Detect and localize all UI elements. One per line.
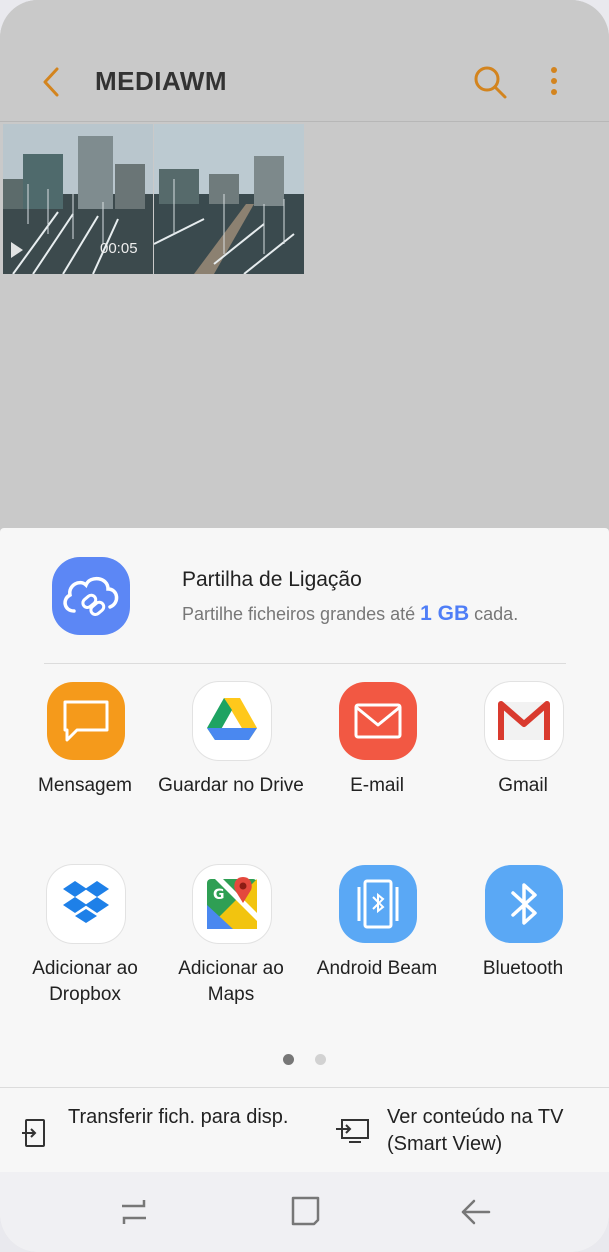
search-icon bbox=[474, 66, 507, 99]
smart-view-button[interactable]: Ver conteúdo na TV (Smart View) bbox=[318, 1088, 609, 1172]
bluetooth-icon bbox=[485, 865, 563, 943]
page-dot-inactive[interactable] bbox=[315, 1054, 326, 1065]
recents-icon bbox=[122, 1200, 146, 1224]
more-vert-icon bbox=[551, 67, 557, 95]
email-icon bbox=[339, 682, 417, 760]
subtitle-text-end: cada. bbox=[469, 604, 519, 624]
app-label: Guardar no Drive bbox=[158, 775, 304, 796]
size-limit: 1 GB bbox=[420, 602, 470, 625]
app-label: Adicionar ao Maps bbox=[178, 958, 284, 1005]
phone-screen: MEDIAWM 00:05 Partilha de Ligação Partil… bbox=[0, 0, 609, 1252]
app-label: Bluetooth bbox=[482, 958, 564, 979]
app-label: E-mail bbox=[350, 775, 404, 796]
drive-icon bbox=[193, 682, 271, 760]
recents-button[interactable] bbox=[114, 1194, 154, 1230]
page-title: MEDIAWM bbox=[95, 66, 228, 96]
app-label: Mensagem bbox=[38, 775, 132, 796]
video-duration: 00:05 bbox=[100, 240, 138, 257]
divider bbox=[44, 663, 566, 664]
app-label: Adicionar ao Dropbox bbox=[32, 958, 138, 1005]
search-button[interactable] bbox=[470, 62, 510, 102]
cloud-link-icon bbox=[52, 557, 130, 635]
link-share-option[interactable]: Partilha de Ligação Partilhe ficheiros g… bbox=[0, 528, 609, 663]
page-dot-active[interactable] bbox=[283, 1054, 294, 1065]
chevron-left-icon bbox=[43, 67, 59, 97]
share-sheet: Partilha de Ligação Partilhe ficheiros g… bbox=[0, 528, 609, 1252]
back-arrow-icon bbox=[461, 1199, 491, 1225]
transfer-files-label: Transferir fich. para disp. bbox=[68, 1106, 289, 1128]
smart-view-label: Ver conteúdo na TV (Smart View) bbox=[387, 1106, 564, 1155]
app-label: Android Beam bbox=[316, 958, 438, 979]
transfer-icon bbox=[22, 1119, 45, 1147]
link-share-title: Partilha de Ligação bbox=[182, 568, 362, 591]
home-icon bbox=[291, 1196, 320, 1226]
subtitle-text: Partilhe ficheiros grandes até bbox=[182, 604, 421, 624]
navigation-bar bbox=[0, 1172, 609, 1252]
svg-text:G: G bbox=[213, 887, 225, 903]
back-nav-button[interactable] bbox=[456, 1194, 496, 1230]
more-options-button[interactable] bbox=[542, 62, 566, 102]
image-thumbnail[interactable] bbox=[154, 124, 304, 274]
back-button[interactable] bbox=[36, 62, 66, 102]
dropbox-icon bbox=[47, 865, 125, 943]
home-button[interactable] bbox=[286, 1194, 326, 1230]
message-icon bbox=[47, 682, 125, 760]
maps-icon: G bbox=[193, 865, 271, 943]
video-thumbnail[interactable]: 00:05 bbox=[3, 124, 153, 274]
android-beam-icon bbox=[339, 865, 417, 943]
app-bar: MEDIAWM bbox=[0, 0, 609, 122]
transfer-files-button[interactable]: Transferir fich. para disp. bbox=[0, 1088, 304, 1172]
link-share-subtitle: Partilhe ficheiros grandes até 1 GB cada… bbox=[182, 602, 518, 626]
app-label: Gmail bbox=[498, 775, 548, 796]
harbor-image bbox=[154, 124, 304, 274]
smart-view-icon bbox=[336, 1119, 369, 1143]
gmail-icon bbox=[485, 682, 563, 760]
